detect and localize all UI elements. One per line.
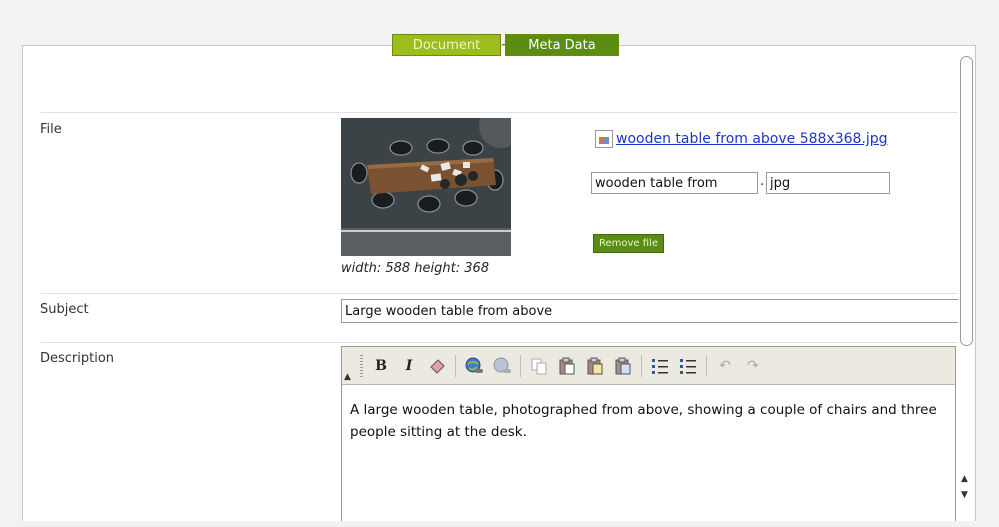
paste-text-icon[interactable]: [584, 355, 606, 377]
divider: [41, 342, 959, 343]
bold-icon[interactable]: B: [370, 355, 392, 377]
divider: [41, 112, 959, 113]
meta-data-panel: File width: 588 height: 368 wooden table…: [22, 45, 976, 521]
file-thumbnail: [341, 118, 511, 256]
file-label: File: [40, 122, 62, 137]
toolbar-separator: [455, 354, 456, 377]
editor-toolbar: ▲ B I ↶ ↷: [342, 347, 955, 385]
file-link-text: wooden table from above 588x368.jpg: [616, 131, 888, 147]
tab-connector: [502, 44, 507, 45]
toolbar-grip[interactable]: [360, 354, 363, 377]
description-editor: ▲ B I ↶ ↷ A large wooden table, photogra…: [341, 346, 956, 521]
remove-link-icon[interactable]: [491, 355, 513, 377]
file-extension-field[interactable]: [766, 172, 890, 194]
ordered-list-icon[interactable]: [649, 355, 671, 377]
collapse-toolbar-icon[interactable]: ▲: [344, 372, 351, 382]
extension-separator: .: [760, 174, 765, 189]
remove-file-button[interactable]: Remove file: [593, 234, 664, 253]
toolbar-separator: [520, 354, 521, 377]
tab-meta-data[interactable]: Meta Data: [505, 34, 619, 56]
file-download-link[interactable]: wooden table from above 588x368.jpg: [595, 130, 888, 148]
italic-icon[interactable]: I: [398, 355, 420, 377]
undo-icon[interactable]: ↶: [714, 355, 736, 377]
vertical-scrollbar[interactable]: ▲ ▼: [958, 46, 975, 521]
insert-link-icon[interactable]: [463, 355, 485, 377]
paste-icon[interactable]: [556, 355, 578, 377]
scrollbar-thumb[interactable]: [960, 56, 973, 346]
tab-document[interactable]: Document: [392, 34, 501, 56]
toolbar-separator: [706, 354, 707, 377]
image-file-icon: [595, 130, 613, 148]
file-name-field[interactable]: [591, 172, 758, 194]
paste-word-icon[interactable]: [612, 355, 634, 377]
scroll-up-icon[interactable]: ▲: [961, 474, 968, 484]
subject-label: Subject: [40, 302, 89, 317]
description-text[interactable]: A large wooden table, photographed from …: [342, 385, 955, 457]
subject-field[interactable]: [341, 299, 963, 323]
unordered-list-icon[interactable]: [677, 355, 699, 377]
image-dimensions: width: 588 height: 368: [341, 261, 490, 276]
clear-formatting-icon[interactable]: [426, 355, 448, 377]
divider: [41, 293, 959, 294]
copy-icon[interactable]: [528, 355, 550, 377]
redo-icon[interactable]: ↷: [742, 355, 764, 377]
toolbar-separator: [641, 354, 642, 377]
tab-bar: Document Meta Data: [392, 34, 619, 56]
description-label: Description: [40, 351, 115, 366]
scroll-down-icon[interactable]: ▼: [961, 490, 968, 500]
